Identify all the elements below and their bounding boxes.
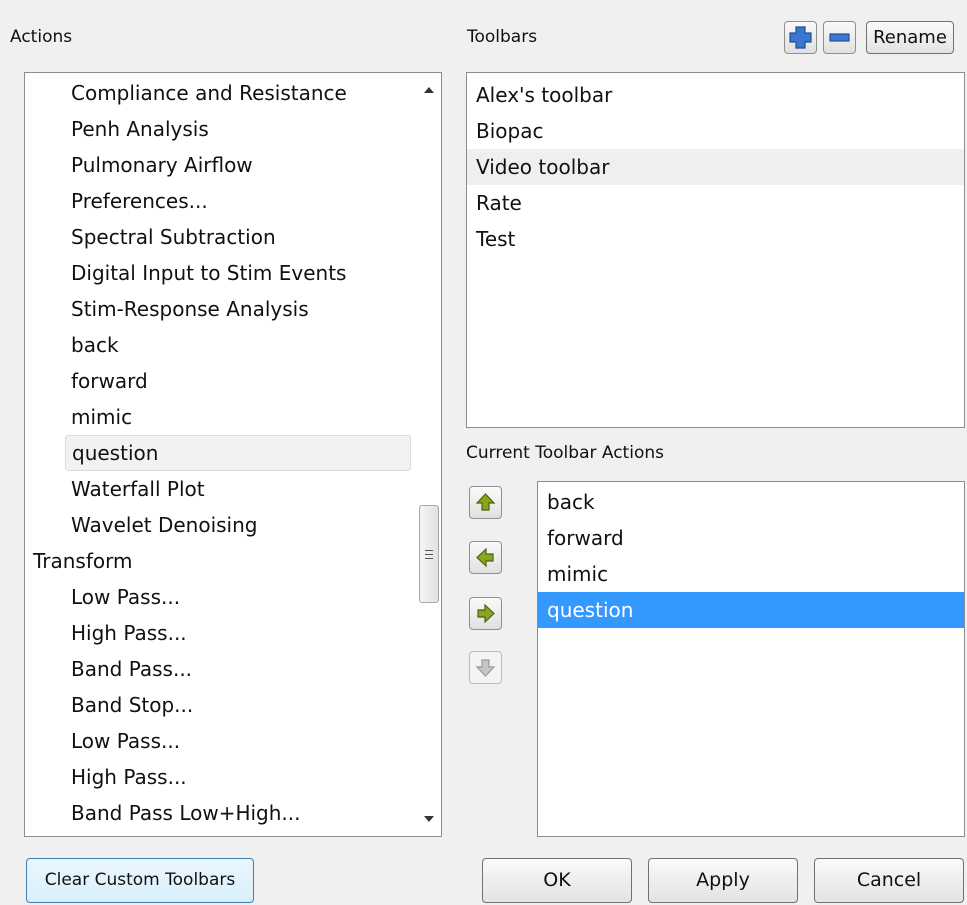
current-action-item[interactable]: question	[538, 592, 964, 628]
ok-button[interactable]: OK	[482, 858, 632, 903]
add-toolbar-button[interactable]	[784, 21, 817, 54]
move-left-button[interactable]	[469, 541, 502, 574]
arrow-left-icon	[476, 547, 494, 568]
tree-item[interactable]: Band Pass Low+High...	[25, 795, 415, 831]
toolbars-list[interactable]: Alex's toolbar Biopac Video toolbar Rate Tes…	[466, 72, 965, 428]
toolbar-item[interactable]: Rate	[467, 185, 964, 221]
minus-icon	[829, 33, 850, 42]
arrow-right-icon	[477, 603, 495, 624]
tree-item[interactable]: Stim-Response Analysis	[25, 291, 415, 327]
tree-item[interactable]: High Pass...	[25, 615, 415, 651]
toolbar-item[interactable]: Alex's toolbar	[467, 77, 964, 113]
tree-item[interactable]: Penh Analysis	[25, 111, 415, 147]
tree-item[interactable]: back	[25, 327, 415, 363]
arrow-up-icon	[475, 493, 496, 511]
tree-item[interactable]: forward	[25, 363, 415, 399]
arrow-down-icon	[475, 659, 496, 677]
tree-item[interactable]: High Pass...	[25, 759, 415, 795]
toolbars-label: Toolbars	[467, 27, 538, 47]
scroll-down-icon[interactable]	[424, 816, 434, 822]
scroll-up-icon[interactable]	[424, 87, 434, 93]
move-down-button[interactable]	[469, 651, 502, 684]
toolbar-item[interactable]: Video toolbar	[467, 149, 964, 185]
actions-scrollbar[interactable]	[417, 73, 441, 836]
move-up-button[interactable]	[469, 486, 502, 519]
tree-item[interactable]: Band Stop...	[25, 687, 415, 723]
actions-list[interactable]: Compliance and Resistance Penh Analysis Pu…	[24, 72, 442, 837]
tree-item[interactable]: Wavelet Denoising	[25, 507, 415, 543]
clear-custom-toolbars-button[interactable]: Clear Custom Toolbars	[26, 858, 254, 903]
current-action-item[interactable]: mimic	[538, 556, 964, 592]
tree-item[interactable]: Band Pass...	[25, 651, 415, 687]
cancel-button[interactable]: Cancel	[814, 858, 964, 903]
apply-button[interactable]: Apply	[648, 858, 798, 903]
current-action-item[interactable]: forward	[538, 520, 964, 556]
tree-category[interactable]: Transform	[25, 543, 415, 579]
actions-label: Actions	[10, 27, 73, 47]
plus-icon	[789, 26, 812, 49]
tree-item[interactable]: Compliance and Resistance	[25, 75, 415, 111]
current-actions-label: Current Toolbar Actions	[466, 443, 664, 463]
tree-item[interactable]: mimic	[25, 399, 415, 435]
move-right-button[interactable]	[469, 597, 502, 630]
toolbar-item[interactable]: Biopac	[467, 113, 964, 149]
tree-item[interactable]: Preferences...	[25, 183, 415, 219]
scroll-thumb[interactable]	[419, 505, 439, 603]
tree-item[interactable]: Digital Input to Stim Events	[25, 255, 415, 291]
toolbar-item[interactable]: Test	[467, 221, 964, 257]
tree-item[interactable]: Pulmonary Airflow	[25, 147, 415, 183]
tree-item[interactable]: Low Pass...	[25, 723, 415, 759]
tree-item[interactable]: Spectral Subtraction	[25, 219, 415, 255]
tree-item[interactable]: question	[65, 435, 411, 471]
tree-item[interactable]: Waterfall Plot	[25, 471, 415, 507]
current-actions-list[interactable]: back forward mimic question	[537, 481, 965, 837]
tree-item[interactable]: Low Pass...	[25, 579, 415, 615]
current-action-item[interactable]: back	[538, 484, 964, 520]
remove-toolbar-button[interactable]	[823, 21, 856, 54]
rename-button[interactable]: Rename	[866, 21, 954, 54]
